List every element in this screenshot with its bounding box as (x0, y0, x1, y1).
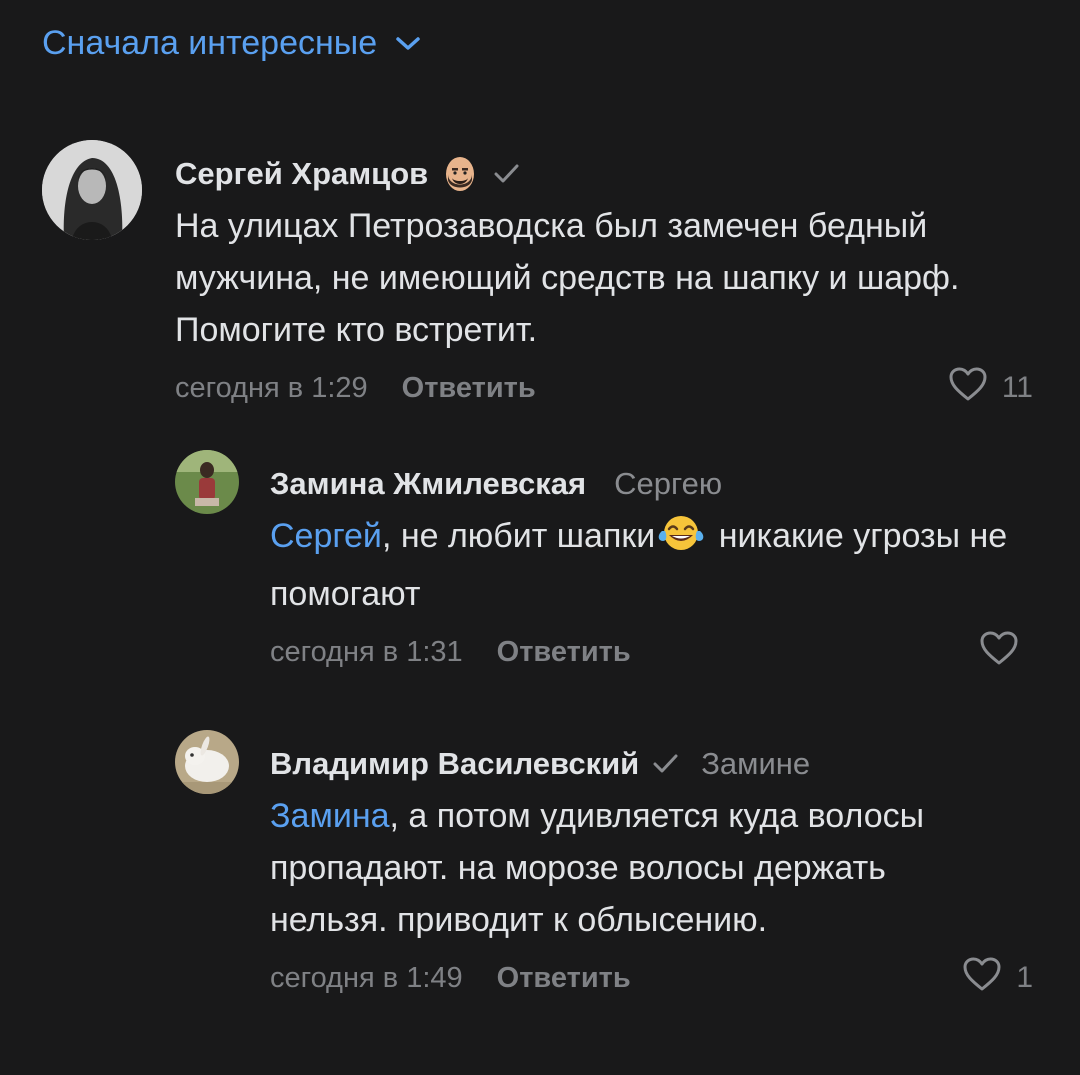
comment-author[interactable]: Замина Жмилевская (270, 466, 586, 502)
like-button[interactable]: 1 (962, 956, 1033, 1000)
mention-link[interactable]: Сергей (270, 517, 382, 555)
like-button[interactable]: 11 (948, 366, 1033, 410)
comment-meta: сегодня в 1:49 Ответить 1 (270, 956, 1033, 1000)
comment-time: сегодня в 1:49 (270, 961, 463, 994)
verified-icon (651, 751, 681, 777)
avatar[interactable] (175, 730, 239, 794)
heart-icon (979, 630, 1019, 674)
sort-dropdown[interactable]: Сначала интересные (42, 24, 421, 63)
comment-text: На улицах Петрозаводска был замечен бедн… (175, 207, 960, 349)
bald-man-emoji-icon (440, 154, 480, 194)
comment-time: сегодня в 1:29 (175, 371, 368, 404)
comment-meta: сегодня в 1:29 Ответить 11 (175, 366, 1033, 410)
comment-author[interactable]: Владимир Василевский (270, 746, 639, 782)
reply-button[interactable]: Ответить (497, 636, 631, 669)
comment-text: Сергей, не любит шапки никакие угрозы не… (270, 510, 1010, 620)
avatar[interactable] (42, 140, 142, 240)
reply-button[interactable]: Ответить (402, 372, 536, 405)
comment-reply: Владимир Василевский Замине Замина, а по… (0, 730, 1080, 1060)
reply-to-label[interactable]: Замине (701, 746, 810, 782)
reply-button[interactable]: Ответить (497, 962, 631, 995)
reply-to-label[interactable]: Сергею (614, 466, 722, 502)
comment-reply: Замина Жмилевская Сергею Сергей, не люби… (0, 450, 1080, 690)
comment: Сергей Храмцов На улицах Петрозаводска б… (0, 140, 1080, 420)
comment-text: Замина, а потом удивляется куда волосы п… (270, 790, 1010, 946)
face-with-tears-of-joy-icon (657, 513, 705, 568)
sort-label: Сначала интересные (42, 24, 378, 62)
comment-author[interactable]: Сергей Храмцов (175, 156, 428, 192)
mention-link[interactable]: Замина (270, 797, 390, 835)
comment-time: сегодня в 1:31 (270, 635, 463, 668)
chevron-down-icon (395, 36, 421, 52)
comment-meta: сегодня в 1:31 Ответить (270, 630, 1033, 674)
heart-icon (948, 366, 988, 410)
verified-icon (492, 161, 522, 187)
like-count: 11 (1001, 371, 1033, 404)
like-count: 1 (1016, 961, 1033, 994)
avatar[interactable] (175, 450, 239, 514)
heart-icon (962, 956, 1002, 1000)
like-button[interactable] (979, 630, 1033, 674)
comment-text-part: , не любит шапки (381, 517, 656, 555)
